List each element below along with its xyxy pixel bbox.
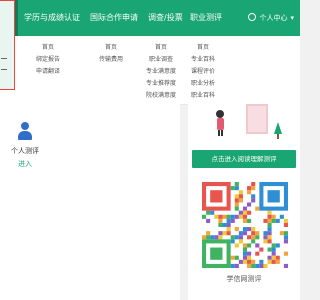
personal-test-title: 个人测评: [11, 147, 39, 155]
nav-item-career-test[interactable]: 职业测评: [190, 0, 222, 36]
dropdown-link[interactable]: 绑定报告: [36, 54, 60, 66]
reading-illustration: [216, 104, 282, 139]
dropdown-column-certification: 首页 传输费用: [96, 42, 126, 66]
nav-item-international[interactable]: 国际合作申请: [90, 0, 138, 36]
sidebar-panel: 点击进入阅读理解测评 学信网测评: [188, 104, 300, 300]
main-content-panel: 个人测评 进入: [0, 104, 180, 300]
nav-item-survey[interactable]: 调查/投票: [148, 0, 183, 36]
dropdown-link[interactable]: 职业分析: [188, 78, 218, 90]
user-center-menu[interactable]: 个人中心 ▾: [248, 0, 294, 36]
qr-code: [202, 182, 288, 268]
dropdown-link[interactable]: 首页: [188, 42, 218, 54]
user-center-label: 个人中心: [259, 14, 288, 22]
personal-test-card[interactable]: 个人测评 进入: [0, 122, 50, 169]
dropdown-column-survey: 首页 职业调查 专业满意度 专业推荐度 院校满意度: [144, 42, 178, 102]
person-icon: [15, 122, 35, 144]
top-navigation-bar: 报告 学历与成绩认证 国际合作申请 调查/投票 职业测评 个人中心▾: [0, 0, 300, 36]
user-gear-icon: [248, 13, 257, 21]
dropdown-link[interactable]: 专业满意度: [144, 66, 178, 78]
dropdown-link[interactable]: 职业百科: [188, 90, 218, 102]
highlight-box: [0, 0, 15, 90]
plant-icon: [274, 122, 282, 139]
dropdown-link[interactable]: 传输费用: [96, 54, 126, 66]
nav-dropdown-menu: 首页 绑定报告 申请翻译 首页 传输费用 首页 职业调查 专业满意度 专业推荐度…: [0, 36, 300, 105]
dropdown-column-career: 首页 专业百科 课程评价 职业分析 职业百科: [188, 42, 218, 102]
dropdown-link[interactable]: 专业推荐度: [144, 78, 178, 90]
dropdown-link[interactable]: 首页: [96, 42, 126, 54]
dropdown-link[interactable]: 课程评价: [188, 66, 218, 78]
dropdown-column-report: 首页 绑定报告 申请翻译: [36, 42, 60, 78]
dropdown-link[interactable]: 申请翻译: [36, 66, 60, 78]
dropdown-link[interactable]: 专业百科: [188, 54, 218, 66]
dropdown-link[interactable]: 首页: [144, 42, 178, 54]
personal-test-enter-link[interactable]: 进入: [0, 159, 50, 169]
nav-item-certification[interactable]: 学历与成绩认证: [24, 0, 80, 36]
start-reading-test-button[interactable]: 点击进入阅读理解测评: [192, 150, 296, 168]
dropdown-link[interactable]: 职业调查: [144, 54, 178, 66]
chevron-down-icon: ▾: [290, 14, 294, 22]
dropdown-link[interactable]: 首页: [36, 42, 60, 54]
qr-caption: 学信网测评: [226, 275, 262, 283]
dropdown-link[interactable]: 院校满意度: [144, 90, 178, 102]
